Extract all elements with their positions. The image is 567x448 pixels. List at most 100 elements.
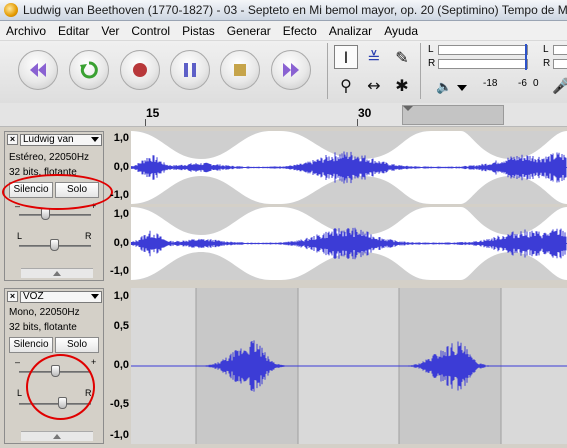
meter-peak-marker bbox=[525, 44, 527, 70]
window-title: Ludwig van Beethoven (1770-1827) - 03 - … bbox=[23, 3, 567, 17]
track-name-label: Ludwig van bbox=[23, 134, 74, 145]
meter-right-label: R bbox=[428, 58, 436, 69]
menu-efecto[interactable]: Efecto bbox=[277, 21, 323, 41]
record-button[interactable] bbox=[120, 50, 160, 90]
title-bar: Ludwig van Beethoven (1770-1827) - 03 - … bbox=[0, 0, 567, 21]
track-name-label: VOZ bbox=[23, 291, 44, 302]
chevron-down-icon bbox=[91, 294, 99, 299]
skip-to-end-button[interactable] bbox=[271, 50, 311, 90]
pencil-icon: ✎ bbox=[395, 47, 409, 67]
scale-label: -1,0 bbox=[110, 265, 129, 277]
pan-left-label: L bbox=[17, 388, 23, 398]
ibeam-icon: I bbox=[343, 47, 349, 67]
collapse-track-button[interactable] bbox=[21, 268, 93, 278]
track1-left-scale: 1,0 0,0 -1,0 bbox=[104, 131, 131, 204]
menu-ver[interactable]: Ver bbox=[95, 21, 125, 41]
selection-tool[interactable]: I bbox=[334, 45, 358, 69]
record-icon bbox=[133, 63, 147, 77]
scale-label: -0,5 bbox=[110, 398, 129, 410]
zoom-tool[interactable]: ⚲ bbox=[334, 73, 358, 97]
ruler-label-15: 15 bbox=[146, 106, 160, 120]
magnifier-icon: ⚲ bbox=[340, 75, 352, 95]
track2-scale: 1,0 0,5 0,0 -0,5 -1,0 bbox=[104, 288, 131, 444]
toolbar-separator bbox=[420, 43, 421, 99]
meter2-right-label: R bbox=[543, 58, 551, 69]
scale-label: -1,0 bbox=[110, 189, 129, 201]
menu-editar[interactable]: Editar bbox=[52, 21, 95, 41]
scale-label: -1,0 bbox=[110, 429, 129, 441]
meter-tick-18: -18 bbox=[483, 78, 498, 89]
playback-meter-right[interactable] bbox=[438, 59, 528, 69]
record-meter-left[interactable] bbox=[553, 45, 567, 55]
pan-right-label: R bbox=[85, 231, 92, 241]
menu-generar[interactable]: Generar bbox=[221, 21, 277, 41]
timeline-ruler[interactable]: 15 30 bbox=[0, 103, 567, 127]
scale-label: 0,0 bbox=[113, 161, 129, 173]
loop-icon bbox=[80, 61, 98, 79]
toolbar: I ≚ ✎ ⚲ ↔ ✱ L R L R 🔈 -18 -6 0 🎤 bbox=[0, 41, 567, 103]
loop-play-button[interactable] bbox=[69, 50, 109, 90]
timeshift-icon: ↔ bbox=[367, 75, 381, 95]
menu-ayuda[interactable]: Ayuda bbox=[378, 21, 424, 41]
waveform-left-channel[interactable] bbox=[131, 131, 567, 204]
scale-label: 0,0 bbox=[113, 237, 129, 249]
track-format: Estéreo, 22050Hz bbox=[9, 152, 90, 163]
ruler-label-30: 30 bbox=[358, 106, 372, 120]
chevron-down-icon bbox=[91, 137, 99, 142]
meter-left-label: L bbox=[428, 44, 434, 55]
annotation-circle-mute-solo bbox=[2, 174, 113, 210]
playback-meter-left[interactable] bbox=[438, 45, 528, 55]
menu-analizar[interactable]: Analizar bbox=[323, 21, 378, 41]
menu-archivo[interactable]: Archivo bbox=[0, 21, 52, 41]
skip-start-icon bbox=[30, 63, 46, 77]
stop-button[interactable] bbox=[220, 50, 260, 90]
meter-tick-0: 0 bbox=[533, 78, 539, 89]
scale-label: 1,0 bbox=[113, 290, 129, 302]
collapse-arrow-icon bbox=[53, 434, 61, 439]
mute-button[interactable]: Silencio bbox=[9, 337, 53, 353]
track-close-button[interactable]: × bbox=[7, 291, 18, 302]
envelope-icon: ≚ bbox=[367, 47, 381, 67]
toolbar-separator bbox=[327, 43, 328, 99]
meter-menu-arrow-icon[interactable] bbox=[457, 85, 467, 91]
audacity-icon bbox=[4, 3, 18, 17]
pause-button[interactable] bbox=[170, 50, 210, 90]
menu-pistas[interactable]: Pistas bbox=[176, 21, 221, 41]
scale-label: 0,5 bbox=[113, 320, 129, 332]
microphone-icon[interactable]: 🎤 bbox=[552, 77, 567, 95]
track-close-button[interactable]: × bbox=[7, 134, 18, 145]
waveform-voz[interactable] bbox=[131, 288, 567, 444]
speaker-icon[interactable]: 🔈 bbox=[436, 79, 452, 95]
scale-label: 1,0 bbox=[113, 208, 129, 220]
pan-left-label: L bbox=[17, 231, 23, 241]
track1-right-scale: 1,0 0,0 -1,0 bbox=[104, 207, 131, 280]
meter2-left-label: L bbox=[543, 44, 549, 55]
multi-tool[interactable]: ✱ bbox=[390, 73, 414, 97]
ruler-tick bbox=[357, 119, 358, 126]
pan-slider[interactable] bbox=[50, 239, 59, 251]
skip-end-icon bbox=[283, 63, 299, 77]
meter-tick-6: -6 bbox=[518, 78, 527, 89]
ruler-selection-region[interactable] bbox=[402, 105, 504, 125]
gain-minus-label: – bbox=[15, 357, 21, 367]
timeshift-tool[interactable]: ↔ bbox=[362, 73, 386, 97]
menu-bar: Archivo Editar Ver Control Pistas Genera… bbox=[0, 21, 567, 41]
draw-tool[interactable]: ✎ bbox=[390, 45, 414, 69]
waveform-right-channel[interactable] bbox=[131, 207, 567, 280]
ruler-tick bbox=[145, 119, 146, 126]
stop-icon bbox=[234, 64, 246, 76]
scale-label: 1,0 bbox=[113, 132, 129, 144]
track-format: Mono, 22050Hz bbox=[9, 307, 80, 318]
gain-slider-track bbox=[19, 214, 91, 216]
record-meter-right[interactable] bbox=[553, 59, 567, 69]
envelope-tool[interactable]: ≚ bbox=[362, 45, 386, 69]
track-name-menu[interactable]: Ludwig van bbox=[20, 134, 102, 146]
multi-tool-icon: ✱ bbox=[395, 75, 409, 95]
track-name-menu[interactable]: VOZ bbox=[20, 291, 102, 303]
solo-button[interactable]: Solo bbox=[55, 337, 99, 353]
skip-to-start-button[interactable] bbox=[18, 50, 58, 90]
menu-control[interactable]: Control bbox=[125, 21, 176, 41]
collapse-track-button[interactable] bbox=[21, 431, 93, 441]
track-bits: 32 bits, flotante bbox=[9, 322, 77, 333]
scale-label: 0,0 bbox=[113, 359, 129, 371]
